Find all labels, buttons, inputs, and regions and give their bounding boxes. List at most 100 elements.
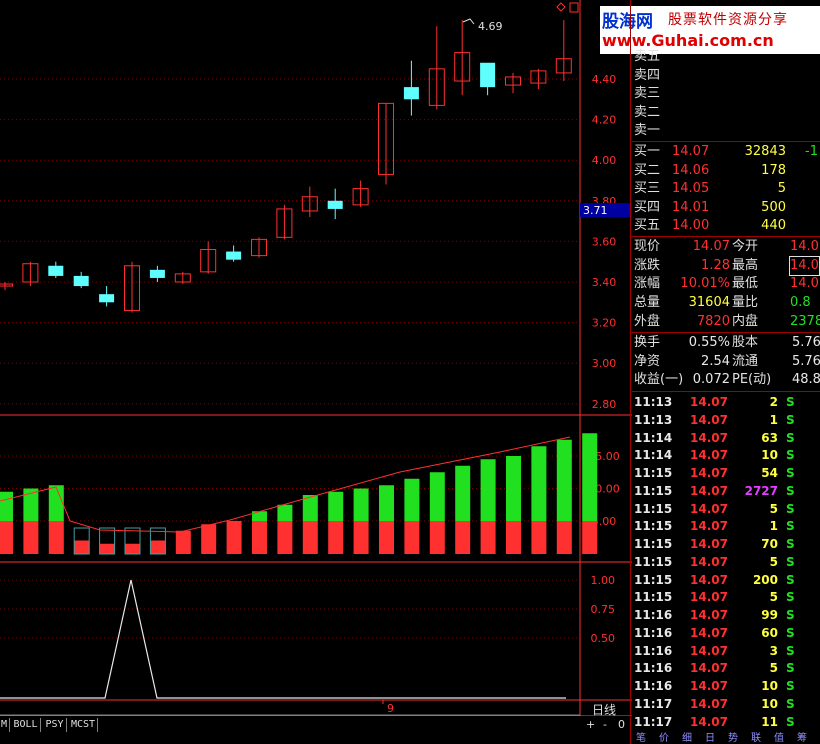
tick-row[interactable]: 11:15 14.07 5 S xyxy=(632,501,820,519)
panel-tab[interactable]: 细 xyxy=(682,734,692,744)
candle-body xyxy=(73,275,89,287)
tick-row[interactable]: 11:17 14.07 11 S xyxy=(632,714,820,732)
quote-label: 外盘 xyxy=(634,313,661,329)
quote-row[interactable]: 现价 14.07 今开 14.0 xyxy=(632,238,820,256)
panel-tab[interactable]: 筹 xyxy=(797,734,807,744)
quote-value: 10.01% xyxy=(680,276,730,292)
quote-row[interactable]: 外盘 7820 内盘 2378 xyxy=(632,313,820,331)
fundamental-label: 净资 xyxy=(634,353,661,369)
quote-row[interactable]: 总量 31604 量比 0.8 xyxy=(632,294,820,312)
tick-row[interactable]: 11:13 14.07 2 S xyxy=(632,394,820,412)
tick-time: 11:15 xyxy=(634,590,673,605)
quote-label-2: 量比 xyxy=(732,295,759,311)
buy-level-row[interactable]: 买二 14.06 178 xyxy=(632,162,820,180)
indicator-red-bar xyxy=(328,521,344,554)
tick-time: 11:16 xyxy=(634,661,673,676)
buy-level-label: 买五 xyxy=(634,218,661,233)
tick-price: 14.07 xyxy=(690,696,728,711)
tick-volume: 99 xyxy=(761,608,778,622)
fundamental-value-2: 48.8 xyxy=(792,372,820,387)
buy-level-row[interactable]: 买一 14.07 32843 -1 xyxy=(632,143,820,161)
period-label[interactable]: 日线 xyxy=(592,701,616,718)
tick-row[interactable]: 11:15 14.07 70 S xyxy=(632,536,820,554)
tick-time: 11:15 xyxy=(634,501,673,516)
tick-price: 14.07 xyxy=(690,430,728,445)
tick-time: 11:14 xyxy=(634,448,673,463)
indicator-tab[interactable]: M xyxy=(0,718,11,732)
indicator-red-bar xyxy=(429,521,445,554)
tick-side: S xyxy=(786,519,795,534)
tick-row[interactable]: 11:15 14.07 1 S xyxy=(632,518,820,536)
tick-row[interactable]: 11:16 14.07 3 S xyxy=(632,643,820,661)
sell-level-row[interactable]: 卖一 xyxy=(632,122,820,140)
tick-row[interactable]: 11:13 14.07 1 S xyxy=(632,412,820,430)
tick-row[interactable]: 11:16 14.07 60 S xyxy=(632,625,820,643)
sell-level-row[interactable]: 卖五 xyxy=(632,48,820,66)
quote-row[interactable]: 涨跌 1.28 最高 14.0 xyxy=(632,255,820,276)
panel-tab[interactable]: 势 xyxy=(728,734,738,744)
tick-row[interactable]: 11:14 14.07 63 S xyxy=(632,430,820,448)
indicator-red-bar xyxy=(226,521,242,554)
signal-line xyxy=(0,579,566,699)
candle-body xyxy=(327,200,343,209)
indicator-red-bar xyxy=(302,521,318,554)
buy-level-volume: 178 xyxy=(761,162,786,178)
tick-side: S xyxy=(786,572,795,587)
quote-value: 14.07 xyxy=(692,239,730,254)
indicator-red-bar xyxy=(252,521,267,554)
tick-row[interactable]: 11:15 14.07 5 S xyxy=(632,554,820,572)
tick-row[interactable]: 11:15 14.07 2727 S xyxy=(632,483,820,501)
quote-row[interactable]: 涨幅 10.01% 最低 14.0 xyxy=(632,275,820,293)
buy-level-row[interactable]: 买五 14.00 440 xyxy=(632,217,820,235)
tick-volume: 10 xyxy=(761,679,778,693)
tick-time: 11:14 xyxy=(634,430,673,445)
fundamental-row[interactable]: 收益(一) 0.072 PE(动) 48.8 xyxy=(632,371,820,389)
fundamental-label: 换手 xyxy=(634,335,661,350)
indicator-red-bar xyxy=(556,521,572,554)
fundamental-row[interactable]: 换手 0.55%股本 5.76亿 xyxy=(632,334,820,352)
fundamental-label: 收益(一) xyxy=(634,372,684,387)
buy-level-row[interactable]: 买四 14.01 500 xyxy=(632,199,820,217)
tick-time: 11:15 xyxy=(634,483,673,498)
indicator-red-bar xyxy=(150,540,166,554)
buy-level-row[interactable]: 买三 14.05 5 xyxy=(632,180,820,198)
tick-row[interactable]: 11:16 14.07 99 S xyxy=(632,607,820,625)
sell-level-row[interactable]: 卖四 xyxy=(632,67,820,85)
quote-value: 31604 xyxy=(688,295,730,311)
indicator-tab[interactable]: BOLL xyxy=(13,718,41,732)
indicator-tab[interactable]: PSY xyxy=(45,718,67,732)
indicator-tab[interactable]: MCST xyxy=(70,718,99,732)
tick-side: S xyxy=(786,395,795,409)
sell-level-row[interactable]: 卖三 xyxy=(632,85,820,103)
indicator-red-bar xyxy=(175,530,191,554)
quote-value-2: 14.0 xyxy=(790,239,819,254)
tick-row[interactable]: 11:15 14.07 5 S xyxy=(632,589,820,607)
tick-row[interactable]: 11:16 14.07 5 S xyxy=(632,660,820,678)
tick-row[interactable]: 11:15 14.07 54 S xyxy=(632,465,820,483)
zoom-in-button[interactable]: + xyxy=(586,718,595,731)
tick-row[interactable]: 11:16 14.07 10 S xyxy=(632,678,820,696)
sell-level-row[interactable]: 卖二 xyxy=(632,104,820,122)
buy-level-price: 14.06 xyxy=(672,162,710,178)
indicator-red-bar xyxy=(201,524,217,554)
panel-tab[interactable]: 值 xyxy=(774,734,784,744)
signal-axis-label: 0.75 xyxy=(591,603,616,616)
tick-row[interactable]: 11:17 14.07 10 S xyxy=(632,696,820,714)
tick-volume: 200 xyxy=(752,572,778,587)
zoom-out-button[interactable]: - xyxy=(603,718,607,731)
tick-row[interactable]: 11:14 14.07 10 S xyxy=(632,447,820,465)
tick-volume: 3 xyxy=(769,643,778,658)
panel-tab[interactable]: 日 xyxy=(705,734,715,744)
tick-volume: 1 xyxy=(769,519,778,534)
panel-tab[interactable]: 价 xyxy=(659,734,669,744)
panel-tab[interactable]: 联 xyxy=(751,734,761,744)
kline-chart[interactable]: 4.404.204.003.803.603.403.203.002.803.71… xyxy=(0,0,632,716)
tick-price: 14.07 xyxy=(690,679,728,693)
tick-side: S xyxy=(786,466,795,480)
tick-row[interactable]: 11:15 14.07 200 S xyxy=(632,572,820,590)
indicator-green-bar xyxy=(48,485,64,521)
tick-time: 11:15 xyxy=(634,554,673,569)
tick-side: S xyxy=(786,608,795,622)
fundamental-row[interactable]: 净资 2.54流通 5.76亿 xyxy=(632,353,820,371)
panel-tab[interactable]: 笔 xyxy=(636,734,646,744)
